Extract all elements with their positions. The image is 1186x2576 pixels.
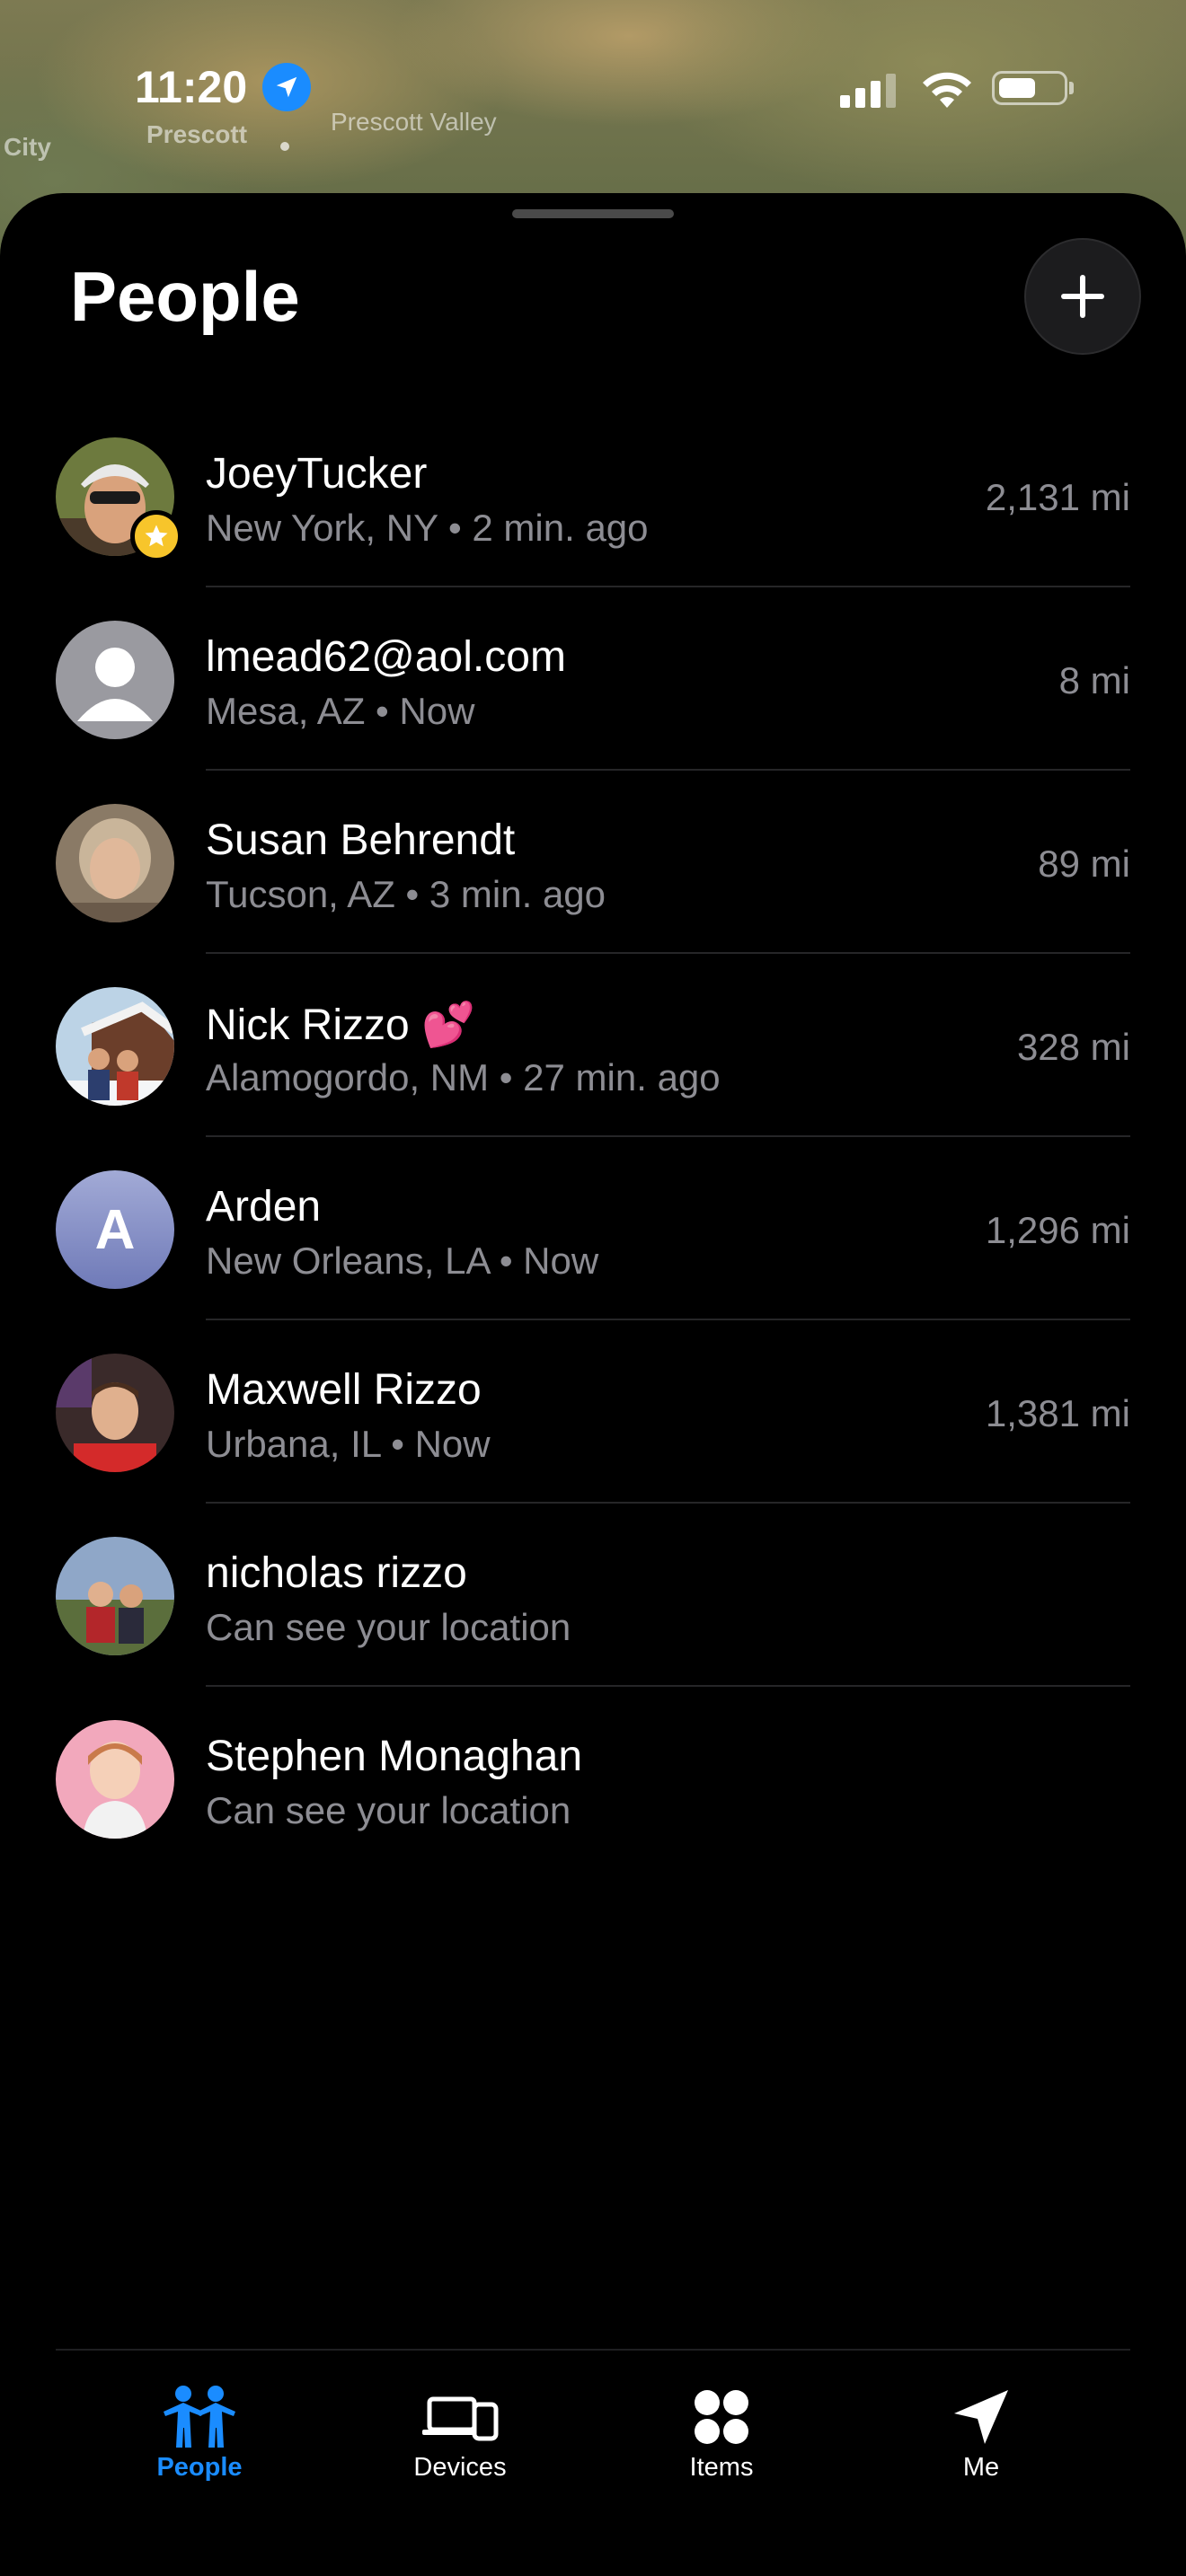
tab-bar-divider	[56, 2349, 1130, 2351]
avatar-nicholas-rizzo	[56, 1537, 174, 1655]
wifi-icon	[923, 72, 971, 108]
person-distance: 1,381 mi	[985, 1392, 1130, 1434]
person-location: New Orleans, LA • Now	[206, 1239, 599, 1282]
person-location: Tucson, AZ • 3 min. ago	[206, 873, 606, 915]
person-row-stephen-monaghan[interactable]: Stephen Monaghan Can see your location	[0, 1687, 1186, 1870]
map-label-city: City	[4, 133, 51, 161]
tab-label: Items	[689, 2453, 754, 2482]
person-distance: 8 mi	[1058, 659, 1130, 701]
status-time: 11:20	[135, 62, 248, 112]
person-location: Urbana, IL • Now	[206, 1423, 491, 1465]
tab-label: People	[156, 2453, 243, 2482]
people-sheet: People JoeyTucker New York, NY • 2 min. …	[0, 193, 1186, 2576]
battery-icon	[992, 71, 1067, 105]
people-icon	[155, 2385, 244, 2449]
person-location: New York, NY • 2 min. ago	[206, 507, 649, 549]
map-city-dot	[280, 142, 289, 151]
person-name: Nick Rizzo 💕	[206, 1001, 475, 1049]
plus-icon	[1061, 275, 1104, 318]
person-status: Can see your location	[206, 1606, 571, 1648]
location-arrow-icon	[936, 2385, 1026, 2449]
battery-cap	[1069, 82, 1074, 94]
person-row-joeytucker[interactable]: JoeyTucker New York, NY • 2 min. ago 2,1…	[0, 404, 1186, 587]
avatar-placeholder-icon	[56, 621, 174, 739]
tab-devices[interactable]: Devices	[361, 2385, 559, 2492]
person-name: lmead62@aol.com	[206, 633, 566, 681]
tab-items[interactable]: Items	[623, 2385, 820, 2492]
person-name: nicholas rizzo	[206, 1549, 467, 1597]
person-name: Susan Behrendt	[206, 816, 516, 864]
map-label-prescott-valley: Prescott Valley	[331, 108, 497, 136]
avatar-nick-rizzo	[56, 987, 174, 1106]
person-distance: 2,131 mi	[985, 476, 1130, 518]
person-distance: 328 mi	[1016, 1026, 1130, 1068]
cellular-signal-icon	[840, 74, 896, 108]
tab-people[interactable]: People	[101, 2385, 298, 2492]
avatar-susan-behrendt	[56, 804, 174, 922]
person-status: Can see your location	[206, 1789, 571, 1831]
person-name: Maxwell Rizzo	[206, 1366, 482, 1414]
person-location: Alamogordo, NM • 27 min. ago	[206, 1056, 721, 1098]
person-row-maxwell-rizzo[interactable]: Maxwell Rizzo Urbana, IL • Now 1,381 mi	[0, 1320, 1186, 1504]
map-label-prescott: Prescott	[146, 120, 248, 148]
items-icon	[677, 2385, 766, 2449]
avatar-arden: A	[56, 1170, 174, 1289]
location-services-icon	[262, 63, 311, 111]
person-row-lmead62[interactable]: lmead62@aol.com Mesa, AZ • Now 8 mi	[0, 587, 1186, 771]
person-row-nicholas-rizzo[interactable]: nicholas rizzo Can see your location	[0, 1504, 1186, 1687]
devices-icon	[415, 2385, 505, 2449]
person-row-susan-behrendt[interactable]: Susan Behrendt Tucson, AZ • 3 min. ago 8…	[0, 771, 1186, 954]
avatar-initial: A	[94, 1198, 136, 1261]
person-name: Arden	[206, 1183, 322, 1231]
person-location: Mesa, AZ • Now	[206, 690, 475, 732]
person-name: Stephen Monaghan	[206, 1733, 583, 1780]
person-row-nick-rizzo[interactable]: Nick Rizzo 💕 Alamogordo, NM • 27 min. ag…	[0, 954, 1186, 1137]
person-distance: 1,296 mi	[985, 1209, 1130, 1251]
person-distance: 89 mi	[1038, 842, 1130, 885]
tab-me[interactable]: Me	[882, 2385, 1080, 2492]
person-row-arden[interactable]: A Arden New Orleans, LA • Now 1,296 mi	[0, 1137, 1186, 1320]
favorite-star-icon	[130, 510, 182, 562]
add-person-button[interactable]	[1024, 238, 1141, 355]
tab-label: Devices	[413, 2453, 507, 2482]
person-name: JoeyTucker	[206, 450, 428, 498]
avatar-stephen-monaghan	[56, 1720, 174, 1839]
avatar-maxwell-rizzo	[56, 1354, 174, 1472]
sheet-grabber[interactable]	[512, 209, 674, 218]
people-list: JoeyTucker New York, NY • 2 min. ago 2,1…	[0, 404, 1186, 1870]
page-title: People	[70, 257, 300, 336]
tab-label: Me	[962, 2453, 1000, 2482]
